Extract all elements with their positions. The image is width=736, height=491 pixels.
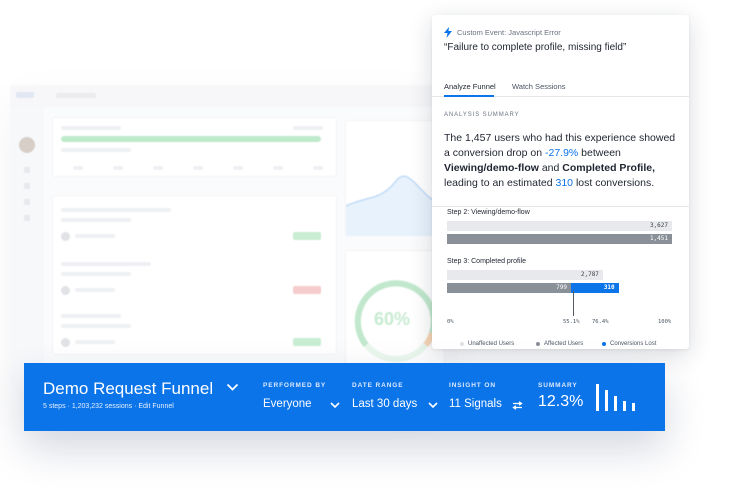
panel-tabs: Analyze Funnel Watch Sessions	[432, 65, 689, 97]
step-a-name: Viewing/demo-flow	[444, 162, 539, 174]
legend-swatch	[536, 342, 540, 346]
step-2-label: Step 2: Viewing/demo-flow	[447, 209, 530, 216]
performed-by-label: PERFORMED BY	[263, 382, 327, 389]
mini-bar	[596, 384, 599, 411]
funnel-summary-bar: Demo Request Funnel 5 steps · 1,203,232 …	[24, 363, 665, 431]
mini-bar	[632, 403, 635, 411]
chevron-down-icon[interactable]	[428, 402, 438, 409]
mini-bar	[614, 396, 617, 411]
mini-bar	[605, 390, 608, 411]
performed-by-select[interactable]: Everyone	[263, 398, 312, 410]
divider	[432, 206, 689, 207]
funnel-steps-count: 5 steps	[43, 403, 66, 410]
bg-sidebar-icon	[24, 167, 30, 173]
summary-value: 12.3%	[538, 393, 584, 410]
legend-label: Affected Users	[544, 341, 584, 347]
axis-tick: 100%	[658, 319, 672, 325]
funnel-sessions-count: 1,203,232 sessions	[71, 403, 133, 410]
analysis-panel: Custom Event: Javascript Error “Failure …	[432, 15, 689, 349]
bg-topbar	[10, 85, 440, 107]
step-3-affected-bar: 799	[447, 283, 571, 293]
bg-gauge-card: 60%	[345, 250, 445, 370]
legend-conversions-lost: Conversions Lost	[602, 341, 656, 347]
funnel-title[interactable]: Demo Request Funnel	[43, 379, 213, 399]
bg-area-chart	[345, 120, 447, 236]
bg-logo	[16, 92, 34, 98]
axis-tick: 76.4%	[592, 319, 609, 325]
bg-gauge-value: 60%	[374, 309, 411, 329]
bg-funnel-card	[52, 117, 337, 177]
drop-marker	[573, 291, 574, 316]
event-label: Custom Event: Javascript Error	[444, 27, 561, 38]
bg-breadcrumb	[56, 93, 96, 98]
legend-label: Conversions Lost	[610, 341, 657, 347]
summary-heading: ANALYSIS SUMMARY	[444, 112, 520, 118]
legend-swatch	[460, 342, 464, 346]
bg-list-card	[52, 195, 337, 355]
avatar	[19, 137, 35, 153]
summary-mini-chart	[596, 384, 641, 411]
date-range-label: DATE RANGE	[352, 382, 404, 389]
conversion-drop-value: -27.9%	[544, 147, 579, 159]
summary-part: lost conversions.	[573, 177, 655, 189]
axis-tick: 55.1%	[563, 319, 580, 325]
legend-affected: Affected Users	[536, 341, 583, 347]
analysis-summary-text: The 1,457 users who had this experience …	[444, 131, 680, 191]
step-3-lost-bar: 310	[570, 283, 619, 293]
swap-arrows-icon[interactable]	[512, 401, 523, 410]
step-3-unaffected-bar: 2,787	[447, 270, 603, 280]
event-type-text: Custom Event: Javascript Error	[457, 28, 561, 37]
background-app: 60%	[10, 85, 447, 385]
bg-sidebar	[10, 107, 44, 385]
step-3-label: Step 3: Completed profile	[447, 258, 526, 265]
step-2-unaffected-bar: 3,627	[447, 221, 672, 231]
date-range-select[interactable]: Last 30 days	[352, 398, 417, 410]
lightning-bolt-icon	[444, 27, 452, 38]
insight-on-select[interactable]: 11 Signals	[449, 398, 502, 410]
legend-swatch	[602, 342, 606, 346]
funnel-meta: 5 steps · 1,203,232 sessions · Edit Funn…	[43, 403, 174, 410]
legend-unaffected: Unaffected Users	[460, 341, 514, 347]
summary-part: and	[538, 162, 563, 174]
axis-tick: 0%	[447, 319, 454, 325]
tab-analyze-funnel[interactable]: Analyze Funnel	[444, 82, 496, 91]
mini-bar	[623, 401, 626, 411]
edit-funnel-link[interactable]: Edit Funnel	[138, 403, 173, 410]
chevron-down-icon[interactable]	[226, 383, 239, 392]
bg-sidebar-icon	[24, 199, 30, 205]
summary-label: SUMMARY	[538, 382, 578, 389]
legend-label: Unaffected Users	[468, 341, 515, 347]
bg-sidebar-icon	[24, 215, 30, 221]
summary-part: leading to an estimated	[444, 177, 556, 189]
active-tab-indicator	[444, 95, 494, 97]
step-2-affected-bar: 1,451	[447, 234, 672, 244]
bg-sidebar-icon	[24, 183, 30, 189]
insight-on-label: INSIGHT ON	[449, 382, 496, 389]
step-b-name: Completed Profile,	[562, 162, 656, 174]
event-title: “Failure to complete profile, missing fi…	[444, 42, 627, 53]
lost-conversions-value: 310	[555, 177, 574, 189]
tab-watch-sessions[interactable]: Watch Sessions	[512, 82, 566, 91]
summary-part: between	[578, 147, 621, 159]
chevron-down-icon[interactable]	[330, 402, 340, 409]
